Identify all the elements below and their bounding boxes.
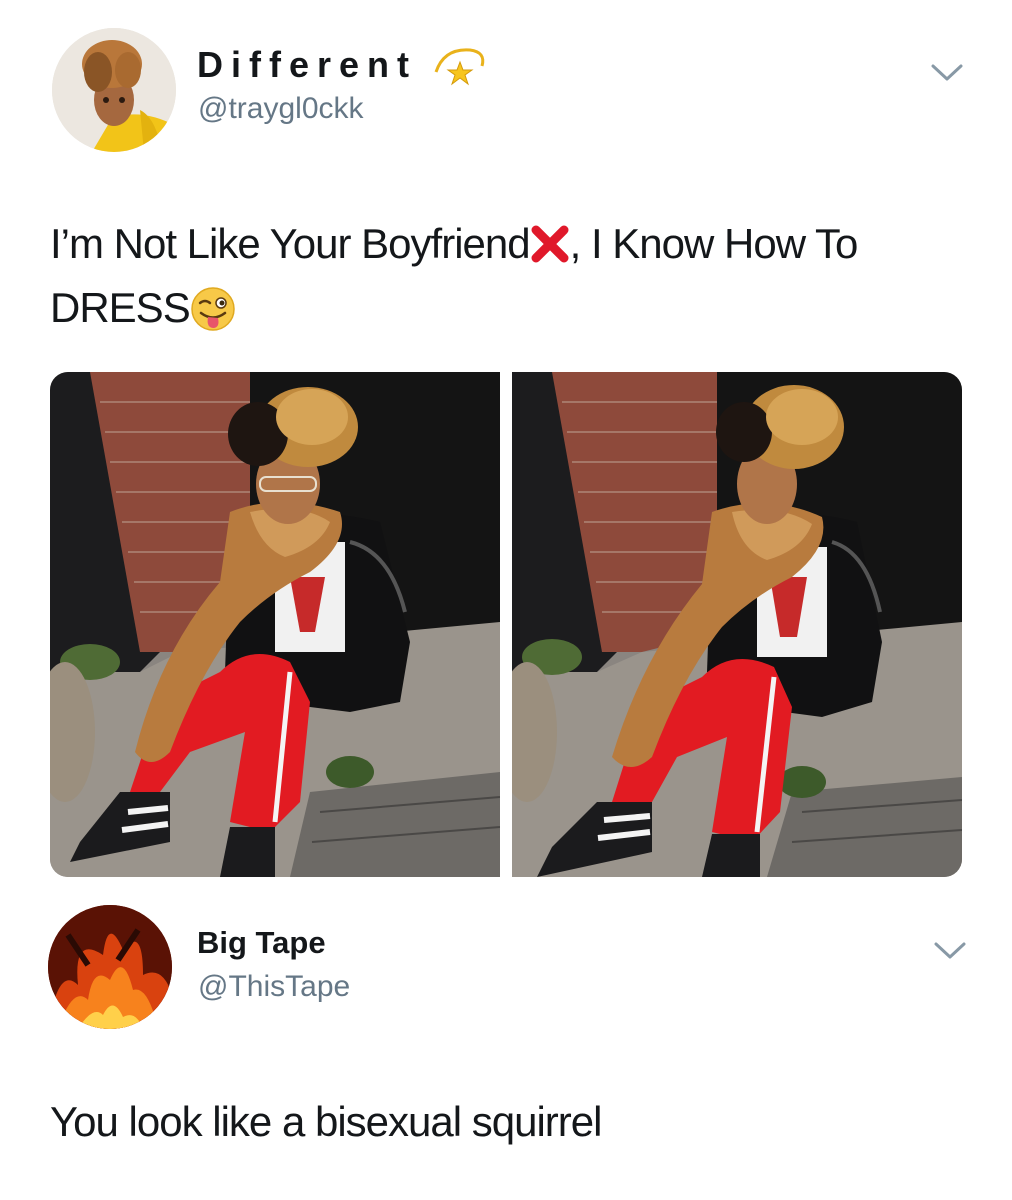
avatar[interactable]	[52, 28, 176, 152]
tweet-text: You look like a bisexual squirrel	[50, 1098, 602, 1145]
winking-face-with-tongue-emoji	[190, 287, 235, 331]
tweet-text-part: I’m Not Like Your Boyfriend	[50, 220, 531, 267]
user-handle[interactable]: @ThisTape	[198, 970, 350, 1004]
tweet-media[interactable]	[50, 372, 962, 877]
chevron-down-icon[interactable]	[930, 62, 964, 84]
cross-mark-emoji	[531, 225, 569, 263]
display-name[interactable]: Big Tape	[197, 925, 326, 961]
avatar[interactable]	[48, 905, 172, 1029]
dizzy-star-emoji	[434, 48, 485, 86]
display-name[interactable]: Different	[197, 44, 417, 86]
tweet-original: Different @traygl0ckk I’m Not Like Your …	[0, 0, 1012, 890]
tweet-photo[interactable]	[512, 372, 962, 877]
chevron-down-icon[interactable]	[933, 940, 967, 962]
user-handle[interactable]: @traygl0ckk	[198, 92, 364, 126]
tweet-photo[interactable]	[50, 372, 500, 877]
tweet-text: I’m Not Like Your Boyfriend, I Know How …	[50, 212, 970, 340]
